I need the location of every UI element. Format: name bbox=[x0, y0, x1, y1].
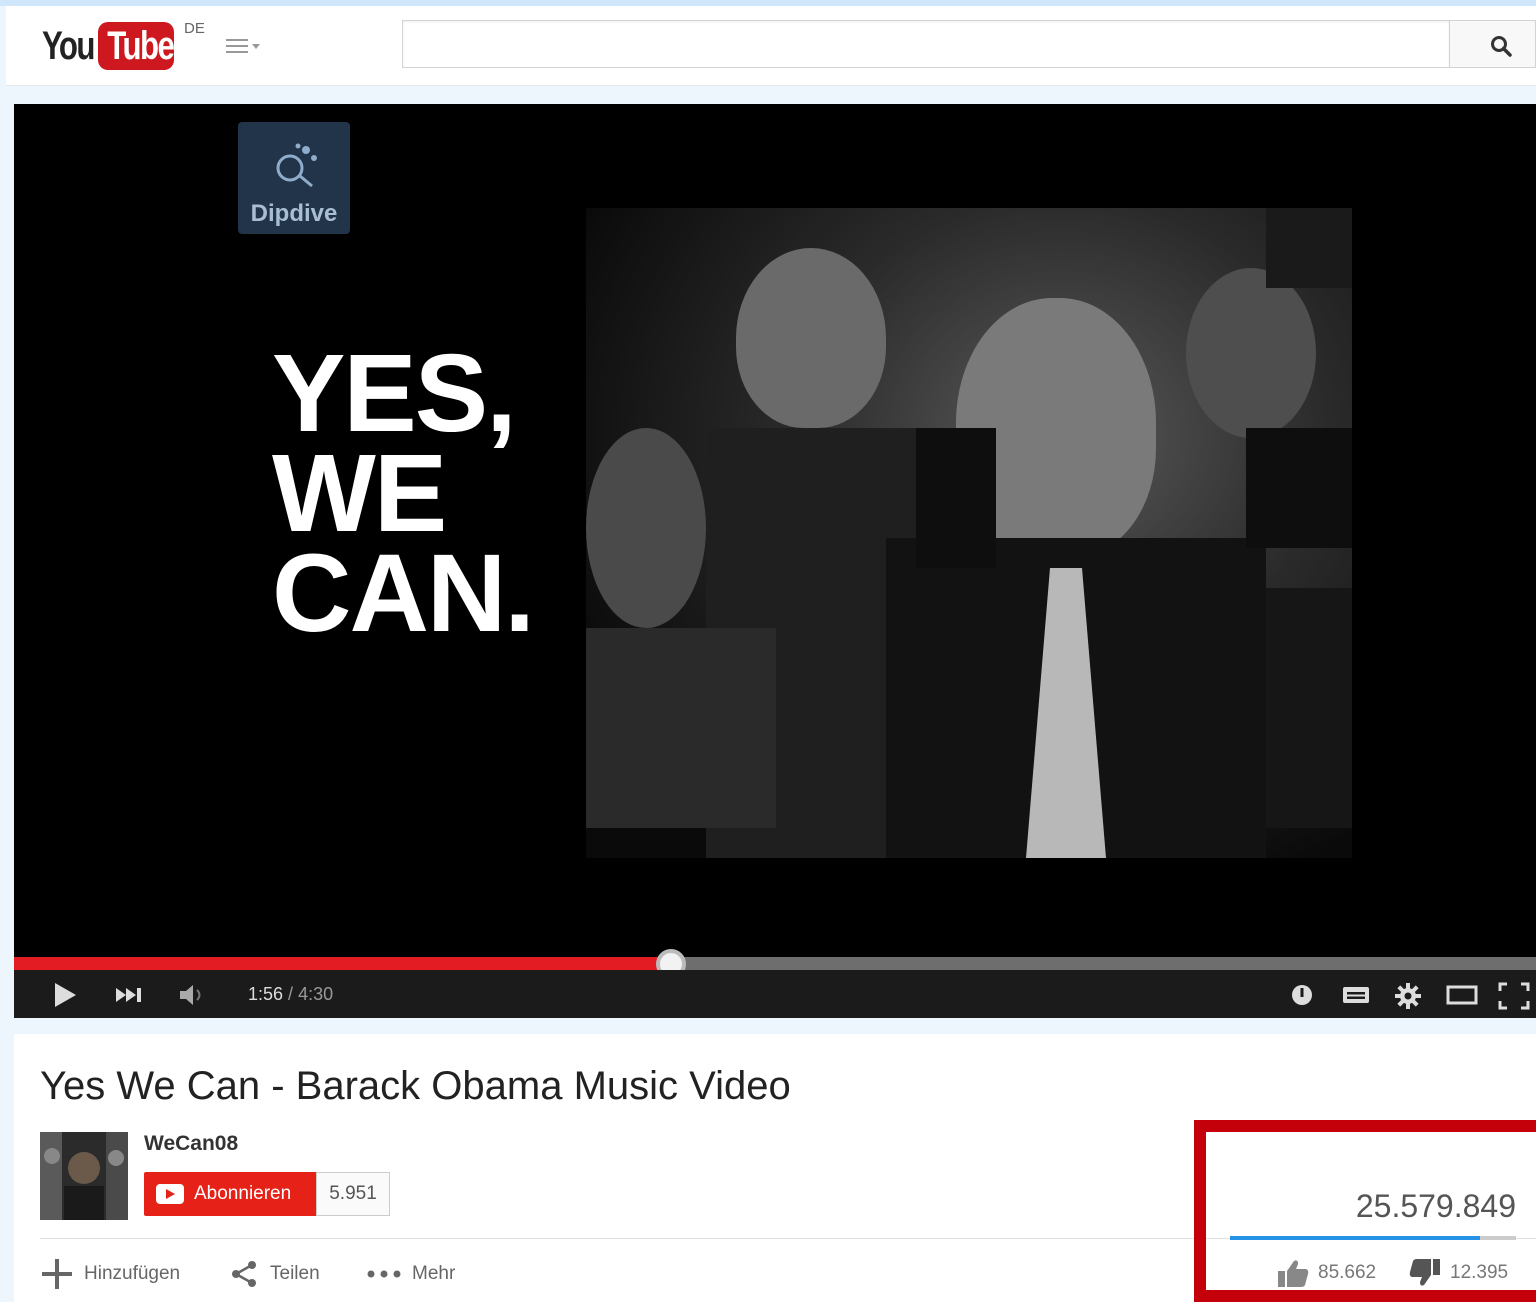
more-dots-icon bbox=[367, 1270, 401, 1278]
video-player[interactable]: Dipdive YES, WE CAN. 1:56 / 4:30 bbox=[14, 104, 1536, 1018]
share-label: Teilen bbox=[270, 1263, 320, 1284]
theater-mode-icon[interactable] bbox=[1446, 982, 1478, 1008]
slogan-line: CAN. bbox=[272, 532, 535, 655]
add-label: Hinzufügen bbox=[84, 1263, 181, 1284]
share-button[interactable]: Teilen bbox=[230, 1254, 320, 1294]
channel-name[interactable]: WeCan08 bbox=[144, 1132, 238, 1156]
player-controls: 1:56 / 4:30 bbox=[14, 970, 1536, 1018]
search-button[interactable] bbox=[1449, 20, 1536, 68]
slogan-line: WE bbox=[272, 432, 447, 555]
region-label: DE bbox=[184, 20, 205, 37]
search-icon bbox=[1491, 36, 1512, 57]
volume-icon[interactable] bbox=[178, 982, 210, 1008]
channel-avatar[interactable] bbox=[40, 1132, 128, 1220]
share-icon bbox=[232, 1261, 256, 1287]
subscriber-count: 5.951 bbox=[316, 1172, 390, 1216]
add-to-button[interactable]: Hinzufügen bbox=[40, 1254, 180, 1294]
slogan-line: YES, bbox=[272, 332, 517, 455]
play-icon[interactable] bbox=[52, 982, 78, 1008]
video-frame-photo bbox=[586, 208, 1352, 858]
time-display: 1:56 / 4:30 bbox=[248, 984, 333, 1005]
annotations-icon[interactable] bbox=[1290, 982, 1314, 1008]
youtube-play-icon bbox=[156, 1184, 184, 1204]
guide-menu-button[interactable] bbox=[226, 34, 274, 58]
plus-icon bbox=[42, 1259, 72, 1289]
settings-gear-icon[interactable] bbox=[1394, 982, 1422, 1010]
logo-you-text: You bbox=[42, 24, 95, 68]
youtube-logo[interactable]: You Tube DE bbox=[42, 20, 205, 72]
subscribe-button[interactable]: Abonnieren bbox=[144, 1172, 318, 1216]
dipdive-logo-icon bbox=[276, 143, 317, 188]
hamburger-icon bbox=[226, 39, 248, 53]
dipdive-watermark[interactable]: Dipdive bbox=[238, 122, 350, 234]
fullscreen-icon[interactable] bbox=[1498, 982, 1530, 1010]
total-time: 4:30 bbox=[298, 984, 334, 1004]
logo-tube-text: Tube bbox=[107, 24, 175, 68]
logo-tube-badge: Tube bbox=[98, 22, 175, 70]
video-title: Yes We Can - Barack Obama Music Video bbox=[40, 1064, 791, 1108]
subtitles-icon[interactable] bbox=[1342, 982, 1370, 1008]
time-separator: / bbox=[283, 984, 299, 1004]
current-time: 1:56 bbox=[248, 984, 284, 1004]
video-slogan: YES, WE CAN. bbox=[272, 332, 535, 655]
highlight-annotation-box bbox=[1194, 1120, 1536, 1302]
next-icon[interactable] bbox=[114, 982, 146, 1008]
masthead: You Tube DE bbox=[6, 6, 1536, 86]
progress-played bbox=[14, 957, 671, 970]
watermark-label: Dipdive bbox=[250, 200, 338, 227]
subscribe-label: Abonnieren bbox=[194, 1183, 292, 1204]
more-label: Mehr bbox=[412, 1263, 456, 1284]
search-input[interactable] bbox=[402, 20, 1450, 68]
more-button[interactable]: Mehr bbox=[366, 1254, 455, 1294]
avatar-image bbox=[40, 1132, 128, 1220]
caret-down-icon bbox=[252, 43, 260, 49]
